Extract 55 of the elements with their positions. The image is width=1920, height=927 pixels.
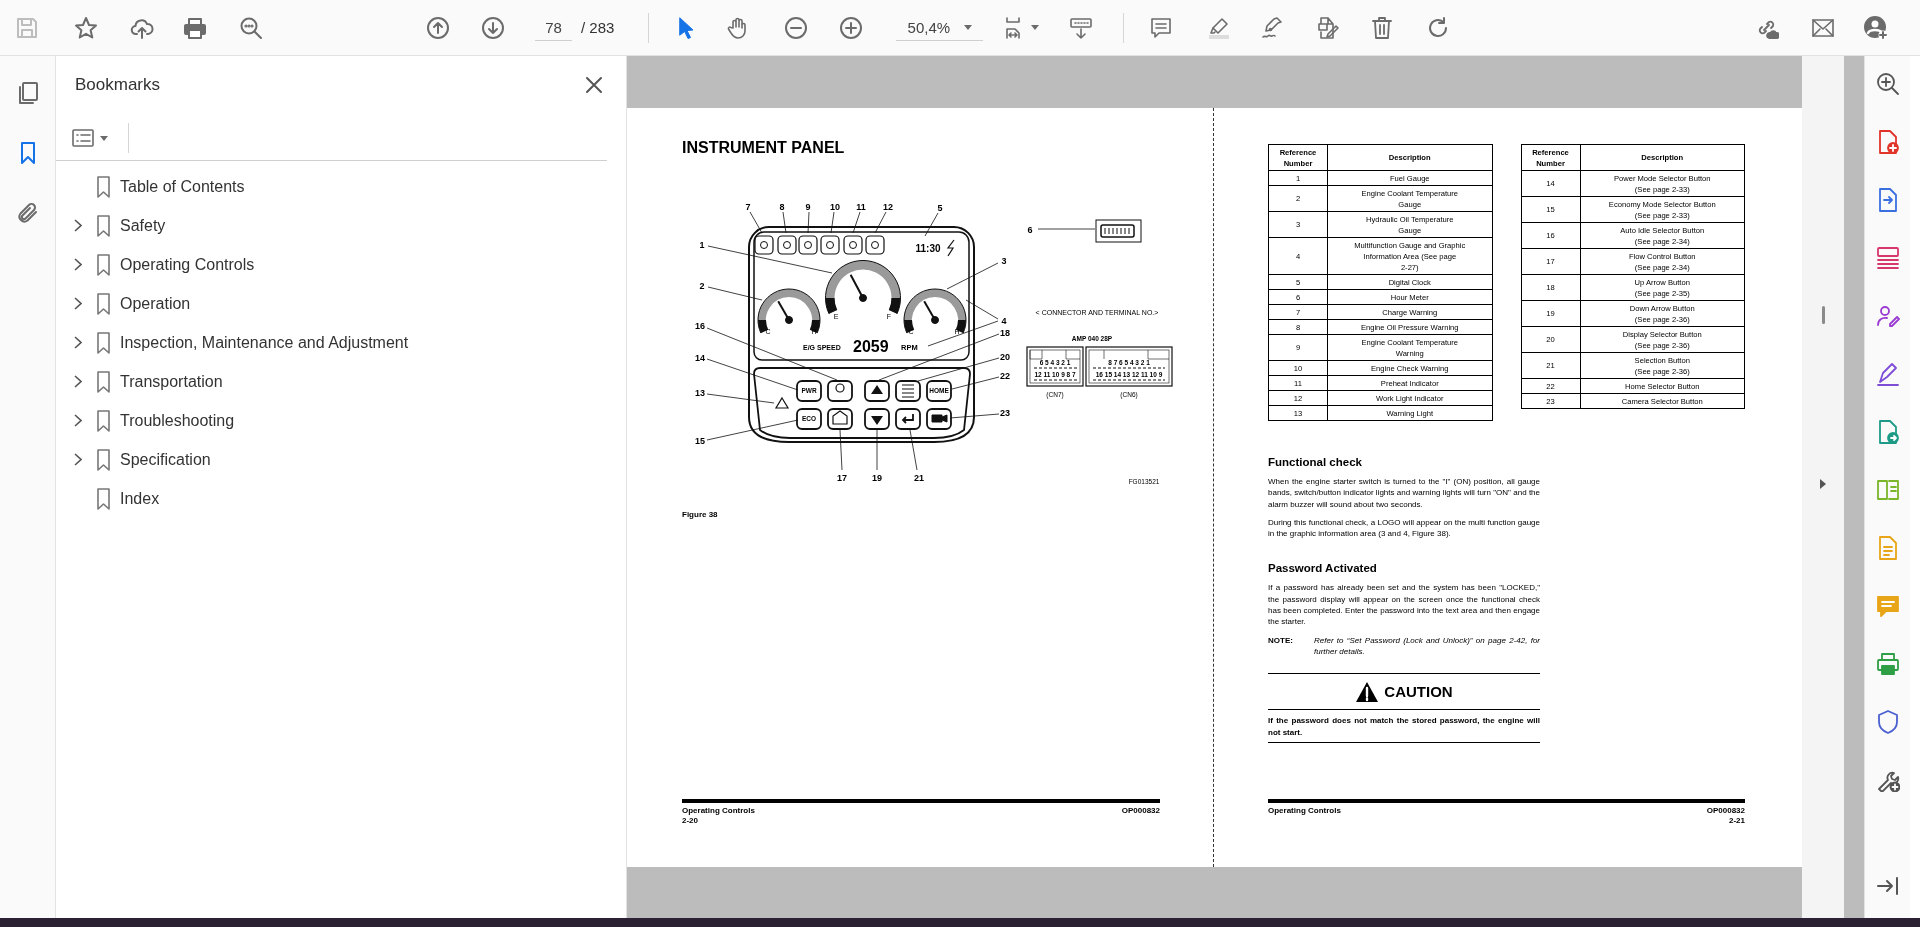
callout-number: 3	[1001, 256, 1007, 266]
section-heading: Functional check	[1268, 455, 1363, 469]
page-number-field[interactable]: 78	[535, 14, 572, 41]
callout-number: 8	[779, 202, 785, 212]
bookmark-item[interactable]: Troubleshooting	[120, 411, 235, 430]
callout-number: 10	[830, 202, 840, 212]
callout-number: 18	[1000, 328, 1010, 338]
callout-number: 6	[1027, 225, 1033, 235]
bookmark-item[interactable]: Transportation	[120, 372, 223, 391]
bookmark-item[interactable]: Operating Controls	[120, 255, 255, 274]
callout-number: 22	[1000, 371, 1010, 381]
callout-number: 2	[699, 281, 705, 291]
callout-number: 11	[856, 202, 866, 212]
bookmark-item[interactable]: Safety	[120, 216, 166, 235]
page-count: / 283	[581, 19, 615, 36]
figure-caption: Figure 38	[682, 510, 719, 519]
caution-text: If the password does not match the stored password, the engine will not start.	[1268, 710, 1540, 743]
speed-value: 2059	[853, 338, 889, 355]
callout-number: 16	[695, 321, 705, 331]
callout-number: 15	[695, 436, 705, 446]
footer-section: Operating Controls	[682, 806, 755, 816]
caution-title: CAUTION	[1384, 683, 1453, 701]
note-text: Refer to “Set Password (Lock and Unlock)” on page 2-42, for further details.	[1314, 634, 1540, 658]
bookmark-item[interactable]: Index	[120, 489, 160, 508]
callout-number: 23	[1000, 408, 1010, 418]
footer-code: OP000832	[1121, 806, 1160, 816]
bookmark-item[interactable]: Operation	[120, 294, 191, 313]
zoom-field[interactable]: 50,4%	[896, 14, 984, 41]
section-heading: INSTRUMENT PANEL	[682, 139, 846, 157]
callout-number: 12	[883, 202, 893, 212]
paragraph: When the engine starter switch is turned to the "I" (ON) position, all gauge bands, switch/button indicator lights and warning lights will turn "ON" and the alarm buzzer will sound about two seconds.	[1268, 476, 1540, 510]
section-heading: Password Activated	[1268, 561, 1378, 576]
note-label: NOTE:	[1268, 634, 1294, 647]
callout-number: 7	[745, 202, 751, 212]
panel-title: Bookmarks	[75, 75, 161, 95]
bookmark-item[interactable]: Inspection, Maintenance and Adjustment	[120, 333, 409, 352]
callout-number: 4	[1001, 316, 1007, 326]
page-number: 2-20	[682, 816, 698, 826]
callout-number: 5	[937, 203, 943, 213]
callout-number: 19	[872, 473, 882, 483]
callout-number: 20	[1000, 352, 1010, 362]
paragraph: If a password has already been set and the system has been "LOCKED," the password display will appear on the screen once the functional check has been completed. Enter the password into the text area and then engage the starter.	[1268, 582, 1540, 628]
footer-section: Operating Controls	[1268, 806, 1341, 816]
clock-reading: 11:30	[915, 243, 941, 254]
footer-code: OP000832	[1706, 806, 1745, 816]
callout-number: 17	[837, 473, 847, 483]
bookmark-item[interactable]: Table of Contents	[120, 177, 245, 196]
callout-number: 9	[805, 202, 811, 212]
bookmark-item[interactable]: Specification	[120, 450, 211, 469]
paragraph: During this functional check, a LOGO will appear on the multi function gauge in the graphic information area (3 and 4, Figure 38).	[1268, 516, 1540, 540]
callout-number: 1	[699, 240, 705, 250]
callout-number: 21	[914, 473, 924, 483]
callout-number: 13	[695, 388, 705, 398]
page-number: 2-21	[1729, 816, 1745, 826]
callout-number: 14	[695, 353, 705, 363]
